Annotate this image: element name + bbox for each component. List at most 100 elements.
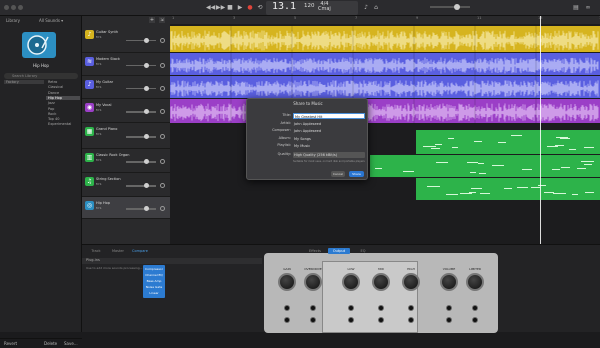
midi-note[interactable] [531,187,540,188]
amp-switch[interactable] [446,305,452,311]
mute-solo-buttons[interactable]: M S [96,62,101,66]
mute-solo-buttons[interactable]: M S [96,132,101,136]
tuner-icon[interactable]: ♪ [362,3,370,12]
sounds-filter[interactable]: All Sounds ▾ [39,18,63,23]
midi-note[interactable] [423,146,436,147]
library-item[interactable]: Top 40 [46,117,80,121]
add-track-icon[interactable]: + [149,17,155,23]
track-header[interactable]: ◉ My Vocal M S [82,99,170,123]
track-volume-knob[interactable] [144,109,149,114]
midi-note[interactable] [581,161,594,162]
midi-note[interactable] [448,138,454,139]
midi-note[interactable] [436,162,448,163]
field-value[interactable]: John Appleseed [293,121,365,127]
midi-note[interactable] [552,169,560,170]
field-value[interactable]: My Songs [293,136,365,142]
midi-note[interactable] [375,168,382,169]
share-button[interactable]: Share [349,171,364,177]
playhead[interactable] [540,16,541,244]
forward-icon[interactable]: ▶▶ [216,3,225,12]
amp-knob[interactable] [372,273,390,291]
library-item[interactable]: Retro [46,80,80,84]
midi-note[interactable] [572,194,578,195]
revert-button[interactable]: Revert [4,341,17,346]
amp-switch[interactable] [284,317,290,323]
midi-note[interactable] [498,142,506,143]
library-item[interactable]: Classical [46,85,80,89]
master-volume-knob[interactable] [454,4,460,10]
midi-note[interactable] [403,171,414,172]
midi-note[interactable] [556,137,568,138]
midi-note[interactable] [471,188,482,189]
track-pan-knob[interactable] [160,183,165,188]
mute-solo-buttons[interactable]: M S [96,182,101,186]
plugin-item[interactable]: Linear [143,291,165,295]
library-item[interactable]: Jazz [46,101,80,105]
midi-region[interactable] [416,178,600,200]
library-item[interactable]: Dance [46,91,80,95]
amp-switch[interactable] [378,317,384,323]
midi-note[interactable] [544,192,554,193]
midi-region[interactable] [416,130,600,154]
bottom-tab-compare[interactable]: Compare [130,248,150,254]
stop-icon[interactable]: ■ [226,3,234,12]
minimize-window-icon[interactable] [11,5,16,10]
title-input[interactable]: My Greatest Hit [293,113,365,119]
track-header[interactable]: ♫ String Section M S [82,173,170,197]
track-volume-slider[interactable] [126,161,156,163]
midi-note[interactable] [561,167,570,168]
amp-switch[interactable] [310,317,316,323]
track-pan-knob[interactable] [160,62,165,68]
midi-note[interactable] [467,162,478,163]
midi-note[interactable] [460,193,472,194]
midi-note[interactable] [522,169,532,170]
midi-note[interactable] [511,135,522,136]
smart-controls-icon[interactable]: ⇲ [159,17,165,23]
master-volume-slider[interactable] [430,6,470,8]
plugin-item[interactable]: Noise Gate [143,285,165,289]
track-volume-knob[interactable] [144,206,149,211]
bottom-tab-track[interactable]: Track [86,248,106,254]
midi-note[interactable] [431,148,440,149]
midi-note[interactable] [569,149,576,150]
track-pan-knob[interactable] [160,206,165,211]
amp-knob[interactable] [440,273,458,291]
midi-note[interactable] [584,147,594,148]
track-volume-knob[interactable] [144,62,149,68]
notepad-icon[interactable]: ▤ [572,3,580,12]
library-item[interactable]: Rock [46,112,80,116]
time-signature[interactable]: 4/4 Cmaj [318,2,331,12]
midi-note[interactable] [446,194,458,195]
rewind-icon[interactable]: ◀◀ [206,3,215,12]
midi-note[interactable] [452,147,458,148]
mute-solo-buttons[interactable]: M S [96,158,101,162]
arrangement-area[interactable]: 13579111315 [170,16,600,244]
track-volume-slider[interactable] [126,87,156,89]
mute-solo-buttons[interactable]: M S [96,85,101,89]
track-pan-knob[interactable] [160,134,165,139]
plugin-item[interactable]: Compressor [143,267,165,271]
midi-note[interactable] [504,188,512,189]
ruler[interactable]: 13579111315 [170,16,600,24]
midi-note[interactable] [469,192,476,193]
library-category[interactable]: Factory [4,80,44,84]
midi-note[interactable] [577,168,586,169]
loops-icon[interactable]: ∞ [584,3,592,12]
midi-note[interactable] [479,173,486,174]
plugin-item[interactable]: Bass Amp [143,279,165,283]
midi-note[interactable] [584,164,592,165]
track-volume-slider[interactable] [126,64,156,66]
track-header[interactable]: ◎ Hip Hop M S [82,197,170,219]
tempo-value[interactable]: 120 [304,3,315,9]
amp-switch[interactable] [472,317,478,323]
mute-solo-buttons[interactable]: M S [96,108,101,112]
metronome-icon[interactable]: ⌂ [372,3,380,12]
track-volume-knob[interactable] [144,37,149,43]
track-header[interactable]: ♪ My Guitar M S [82,76,170,99]
mute-solo-buttons[interactable]: M S [96,206,101,210]
delete-button[interactable]: Delete [44,341,57,346]
field-value[interactable]: John Appleseed [293,128,365,134]
track-pan-knob[interactable] [160,109,165,114]
track-pan-knob[interactable] [160,159,165,164]
amp-switch[interactable] [408,317,414,323]
